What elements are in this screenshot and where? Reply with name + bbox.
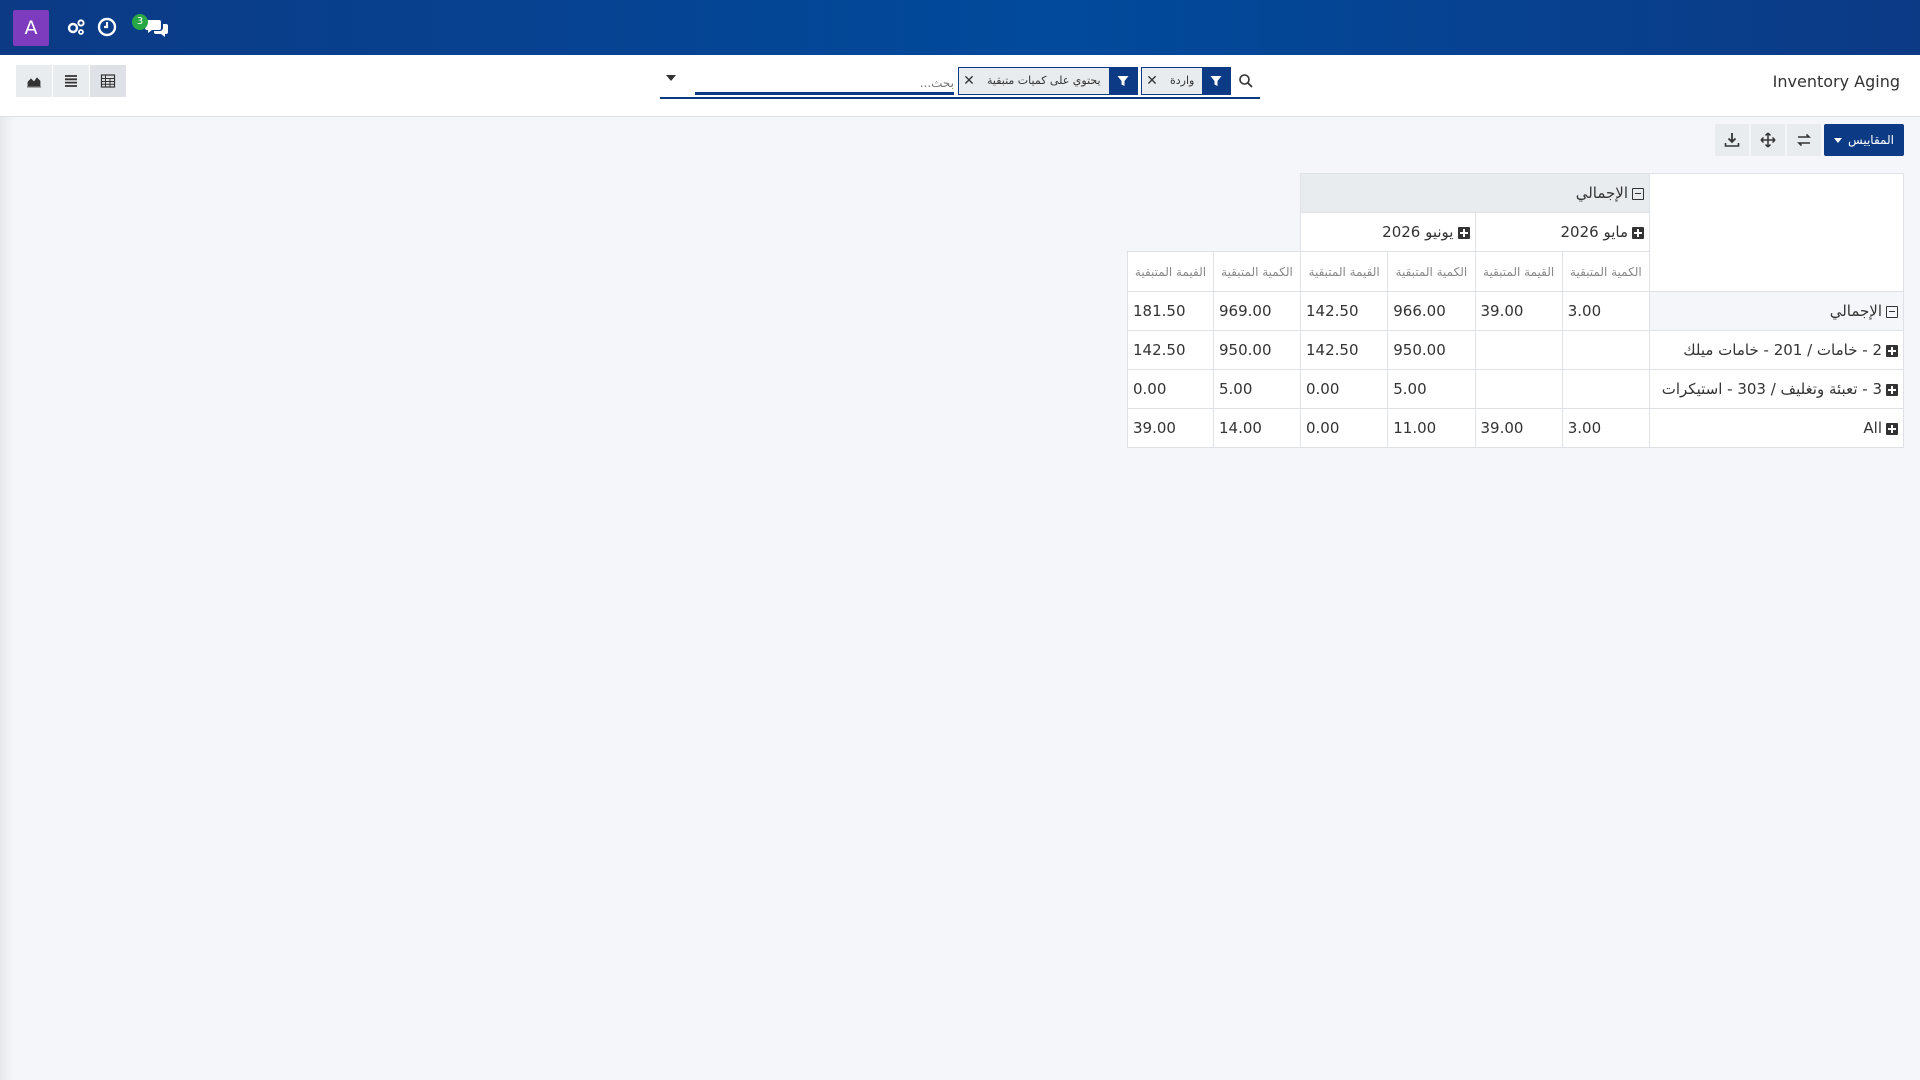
pivot-cell[interactable]: 966.00 bbox=[1387, 291, 1476, 331]
pivot-cell[interactable] bbox=[1561, 330, 1651, 370]
pivot-cell[interactable]: 142.50 bbox=[1299, 291, 1389, 331]
pivot-cell[interactable]: 3.00 bbox=[1561, 291, 1651, 331]
pivot-cell[interactable]: 39.00 bbox=[1474, 291, 1563, 331]
row-header[interactable]: 3 - تعبئة وتغليف / 303 - استيكرات bbox=[1649, 369, 1904, 409]
pivot-cell[interactable]: 39.00 bbox=[1474, 408, 1563, 448]
collapse-icon bbox=[1886, 305, 1898, 318]
table-row: All 3.00 39.00 11.00 0.00 14.00 39.00 bbox=[1127, 408, 1904, 448]
control-panel: Inventory Aging ✕ يحتوي على كميات متبقية… bbox=[0, 55, 1920, 117]
list-view-button[interactable] bbox=[53, 65, 89, 97]
pivot-cell[interactable]: 142.50 bbox=[1127, 330, 1214, 370]
row-header-label: الإجمالي bbox=[1829, 302, 1882, 320]
pivot-cell[interactable] bbox=[1474, 369, 1563, 409]
search-input[interactable] bbox=[695, 73, 954, 95]
page-title: Inventory Aging bbox=[1772, 72, 1900, 91]
remove-facet-button[interactable]: ✕ bbox=[959, 68, 979, 94]
search-facet-remaining: ✕ يحتوي على كميات متبقية bbox=[958, 67, 1138, 95]
col-header-may-2026[interactable]: مايو 2026 bbox=[1474, 212, 1650, 252]
table-row: الإجمالي 3.00 39.00 966.00 142.50 969.00… bbox=[1127, 291, 1904, 331]
pivot-corner bbox=[1649, 173, 1904, 292]
pivot-cell[interactable]: 5.00 bbox=[1213, 369, 1301, 409]
expand-icon bbox=[1886, 383, 1898, 396]
pivot-cell[interactable]: 0.00 bbox=[1299, 369, 1389, 409]
pivot-cell[interactable]: 3.00 bbox=[1561, 408, 1651, 448]
filter-icon bbox=[1202, 68, 1231, 94]
row-header-label: 3 - تعبئة وتغليف / 303 - استيكرات bbox=[1661, 380, 1882, 398]
exchange-icon bbox=[1797, 133, 1811, 147]
pivot-cell[interactable]: 0.00 bbox=[1299, 408, 1389, 448]
pivot-cell[interactable]: 0.00 bbox=[1127, 369, 1214, 409]
col-header-label: الإجمالي bbox=[1575, 184, 1628, 202]
top-navbar: A 3 bbox=[0, 0, 1920, 55]
remove-facet-button[interactable]: ✕ bbox=[1142, 68, 1162, 94]
expand-icon bbox=[1886, 344, 1898, 357]
chat-count-badge: 3 bbox=[132, 14, 148, 30]
measure-header[interactable]: القيمة المتبقية bbox=[1474, 251, 1563, 292]
user-avatar[interactable]: A bbox=[13, 10, 49, 46]
pivot-table: الإجمالي مايو 2026 يونيو 2026 الكمية الم… bbox=[1127, 173, 1904, 448]
collapse-icon bbox=[1632, 187, 1644, 200]
search-facet-incoming: ✕ واردة bbox=[1141, 67, 1232, 95]
table-row: 3 - تعبئة وتغليف / 303 - استيكرات 5.00 0… bbox=[1127, 369, 1904, 409]
measure-header[interactable]: الكمية المتبقية bbox=[1213, 251, 1301, 292]
expand-icon bbox=[1632, 226, 1644, 239]
row-header[interactable]: All bbox=[1649, 408, 1904, 448]
measure-header[interactable]: القيمة المتبقية bbox=[1299, 251, 1389, 292]
pivot-cell[interactable]: 14.00 bbox=[1213, 408, 1301, 448]
expand-icon bbox=[1457, 226, 1470, 239]
col-header-total[interactable]: الإجمالي bbox=[1300, 173, 1650, 213]
chat-icon[interactable] bbox=[144, 15, 170, 39]
pivot-cell[interactable]: 39.00 bbox=[1127, 408, 1214, 448]
pivot-cell[interactable]: 969.00 bbox=[1213, 291, 1301, 331]
clock-icon[interactable] bbox=[95, 15, 119, 39]
measure-header[interactable]: الكمية المتبقية bbox=[1561, 251, 1651, 292]
caret-down-icon bbox=[1834, 137, 1843, 143]
search-bar: ✕ يحتوي على كميات متبقية ✕ واردة bbox=[660, 65, 1260, 99]
pivot-cell[interactable]: 181.50 bbox=[1127, 291, 1214, 331]
measures-label: المقاييس bbox=[1848, 133, 1894, 147]
list-icon bbox=[65, 75, 77, 87]
arrows-icon bbox=[1760, 132, 1776, 148]
pivot-cell[interactable]: 142.50 bbox=[1299, 330, 1389, 370]
view-switcher bbox=[16, 65, 126, 97]
download-icon bbox=[1724, 133, 1740, 147]
row-header[interactable]: 2 - خامات / 201 - خامات ميلك bbox=[1649, 330, 1904, 370]
pivot-cell[interactable]: 950.00 bbox=[1213, 330, 1301, 370]
col-header-label: يونيو 2026 bbox=[1382, 223, 1454, 241]
pivot-cell[interactable]: 5.00 bbox=[1387, 369, 1476, 409]
table-icon bbox=[100, 74, 116, 88]
filter-icon bbox=[1108, 68, 1137, 94]
pivot-view-button[interactable] bbox=[90, 65, 126, 97]
measure-header[interactable]: القيمة المتبقية bbox=[1127, 251, 1214, 292]
row-header-label: All bbox=[1863, 419, 1882, 437]
pivot-cell[interactable] bbox=[1474, 330, 1563, 370]
search-icon[interactable] bbox=[1238, 73, 1254, 89]
graph-view-button[interactable] bbox=[16, 65, 52, 97]
row-header-label: 2 - خامات / 201 - خامات ميلك bbox=[1683, 341, 1882, 359]
col-header-june-2026[interactable]: يونيو 2026 bbox=[1300, 212, 1476, 252]
pivot-cell[interactable]: 950.00 bbox=[1387, 330, 1476, 370]
expand-all-button[interactable] bbox=[1751, 124, 1785, 156]
flip-axis-button[interactable] bbox=[1787, 124, 1821, 156]
facet-label: واردة bbox=[1170, 74, 1195, 87]
table-row: 2 - خامات / 201 - خامات ميلك 950.00 142.… bbox=[1127, 330, 1904, 370]
area-chart-icon bbox=[27, 77, 41, 88]
pivot-cell[interactable] bbox=[1561, 369, 1651, 409]
pivot-spacer bbox=[1127, 173, 1301, 252]
measures-dropdown-button[interactable]: المقاييس bbox=[1824, 124, 1904, 156]
col-header-label: مايو 2026 bbox=[1560, 223, 1628, 241]
row-header-total[interactable]: الإجمالي bbox=[1649, 291, 1904, 331]
measure-header[interactable]: الكمية المتبقية bbox=[1387, 251, 1476, 292]
download-button[interactable] bbox=[1715, 124, 1749, 156]
pivot-cell[interactable]: 11.00 bbox=[1387, 408, 1476, 448]
facet-label: يحتوي على كميات متبقية bbox=[987, 74, 1101, 87]
search-options-toggle[interactable] bbox=[666, 75, 676, 81]
settings-gears-icon[interactable] bbox=[64, 15, 88, 39]
left-gutter bbox=[0, 117, 14, 1080]
expand-icon bbox=[1886, 422, 1898, 435]
